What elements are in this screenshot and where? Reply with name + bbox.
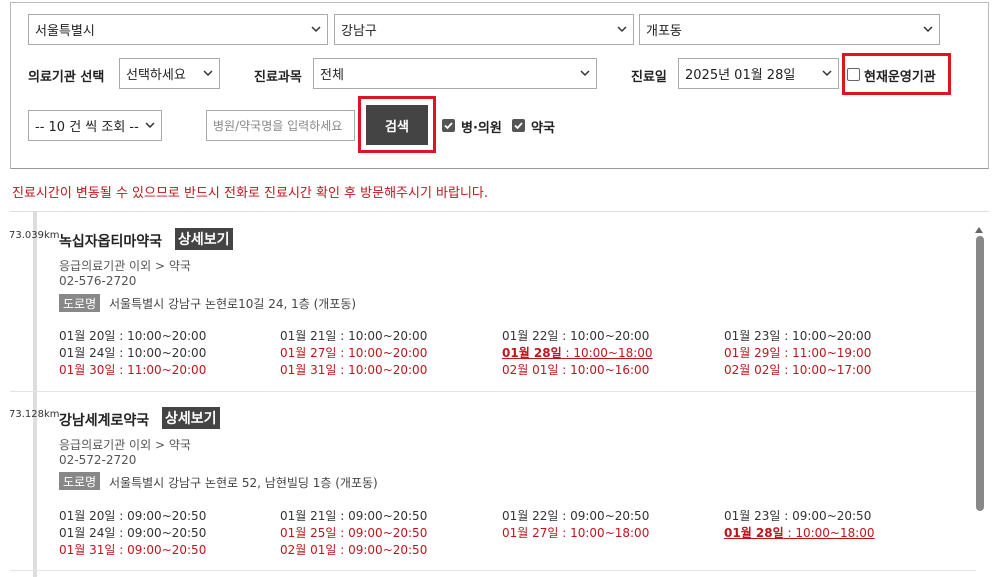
scroll-up-arrow-icon[interactable] bbox=[975, 222, 983, 237]
institution-select[interactable]: 선택하세요 bbox=[119, 58, 220, 89]
page-size-select[interactable]: -- 10 건 씩 조회 -- bbox=[28, 110, 162, 141]
result-name[interactable]: 녹십자옵티마약국 bbox=[59, 231, 162, 251]
schedule-item: 01월 22일 : 10:00~20:00 bbox=[502, 329, 650, 343]
institution-label: 의료기관 선택 bbox=[28, 70, 105, 85]
schedule-item: 01월 22일 : 09:00~20:50 bbox=[502, 509, 650, 523]
result-phone: 02-576-2720 bbox=[59, 274, 137, 288]
chevron-down-icon bbox=[145, 120, 155, 130]
department-select-value: 전체 bbox=[320, 68, 344, 83]
city-select[interactable]: 서울특별시 bbox=[28, 14, 328, 45]
open-now-label[interactable]: 현재운영기관 bbox=[864, 66, 936, 85]
schedule-item: 02월 01일 : 09:00~20:50 bbox=[280, 543, 428, 557]
schedule-item: 01월 31일 : 09:00~20:50 bbox=[59, 543, 207, 557]
result-distance: 73.039km bbox=[9, 230, 60, 241]
department-select[interactable]: 전체 bbox=[313, 58, 597, 89]
hospital-label[interactable]: 병·의원 bbox=[461, 117, 502, 136]
result-name[interactable]: 강남세계로약국 bbox=[59, 410, 149, 430]
search-input[interactable]: 병원/약국명을 입력하세요 bbox=[206, 110, 355, 141]
city-select-value: 서울특별시 bbox=[35, 24, 95, 39]
institution-select-value: 선택하세요 bbox=[126, 68, 186, 83]
schedule-item-today: 01월 28일 : 10:00~18:00 bbox=[502, 346, 653, 360]
schedule-item: 01월 31일 : 10:00~20:00 bbox=[280, 363, 428, 377]
road-address-tag: 도로명 bbox=[59, 472, 101, 490]
schedule-item: 01월 20일 : 10:00~20:00 bbox=[59, 329, 207, 343]
schedule-item: 01월 23일 : 09:00~20:50 bbox=[724, 509, 872, 523]
search-button[interactable]: 검색 bbox=[366, 105, 428, 145]
schedule-item: 01월 30일 : 11:00~20:00 bbox=[59, 363, 207, 377]
district-select-value: 강남구 bbox=[341, 24, 377, 39]
hospital-checkbox[interactable] bbox=[442, 119, 455, 132]
chevron-down-icon bbox=[617, 24, 627, 34]
scroll-thumb[interactable] bbox=[976, 236, 984, 511]
chevron-down-icon bbox=[923, 24, 933, 34]
search-input-placeholder: 병원/약국명을 입력하세요 bbox=[213, 119, 343, 133]
schedule-item: 01월 21일 : 10:00~20:00 bbox=[280, 329, 428, 343]
notice-text: 진료시간이 변동될 수 있으므로 반드시 전화로 진료시간 확인 후 방문해주시… bbox=[12, 186, 489, 201]
road-address-tag: 도로명 bbox=[59, 294, 101, 312]
result-distance: 73.128km bbox=[9, 409, 60, 420]
pharmacy-label[interactable]: 약국 bbox=[531, 117, 555, 136]
schedule-item: 02월 02일 : 10:00~17:00 bbox=[724, 363, 872, 377]
neighborhood-select-value: 개포동 bbox=[646, 24, 682, 39]
date-label: 진료일 bbox=[631, 70, 667, 85]
district-select[interactable]: 강남구 bbox=[334, 14, 634, 45]
page-size-select-value: -- 10 건 씩 조회 -- bbox=[35, 120, 139, 135]
schedule-item: 01월 27일 : 10:00~18:00 bbox=[502, 526, 650, 540]
schedule-item: 01월 21일 : 09:00~20:50 bbox=[280, 509, 428, 523]
schedule-item: 01월 25일 : 09:00~20:50 bbox=[280, 526, 428, 540]
chevron-down-icon bbox=[822, 68, 832, 78]
schedule-item-today: 01월 28일 : 10:00~18:00 bbox=[724, 526, 875, 540]
detail-button[interactable]: 상세보기 bbox=[175, 228, 233, 250]
result-address: 서울특별시 강남구 논현로10길 24, 1층 (개포동) bbox=[109, 297, 357, 311]
result-category: 응급의료기관 이외 > 약국 bbox=[59, 438, 191, 452]
schedule-item: 02월 01일 : 10:00~16:00 bbox=[502, 363, 650, 377]
chevron-down-icon bbox=[580, 68, 590, 78]
department-label: 진료과목 bbox=[254, 70, 302, 85]
schedule-item: 01월 29일 : 11:00~19:00 bbox=[724, 346, 872, 360]
result-divider bbox=[10, 391, 976, 392]
detail-button[interactable]: 상세보기 bbox=[162, 407, 220, 429]
search-button-label: 검색 bbox=[385, 119, 409, 135]
result-phone: 02-572-2720 bbox=[59, 453, 137, 467]
date-select-value: 2025년 01월 28일 bbox=[685, 68, 796, 83]
date-select[interactable]: 2025년 01월 28일 bbox=[678, 58, 839, 89]
result-address: 서울특별시 강남구 논현로 52, 남현빌딩 1층 (개포동) bbox=[109, 476, 378, 490]
pharmacy-checkbox[interactable] bbox=[512, 119, 525, 132]
schedule-item: 01월 27일 : 10:00~20:00 bbox=[280, 346, 428, 360]
result-divider bbox=[10, 570, 976, 571]
chevron-down-icon bbox=[203, 68, 213, 78]
schedule-item: 01월 24일 : 09:00~20:50 bbox=[59, 526, 207, 540]
neighborhood-select[interactable]: 개포동 bbox=[639, 14, 940, 45]
schedule-item: 01월 24일 : 10:00~20:00 bbox=[59, 346, 207, 360]
result-category: 응급의료기관 이외 > 약국 bbox=[59, 259, 191, 273]
chevron-down-icon bbox=[311, 24, 321, 34]
schedule-item: 01월 23일 : 10:00~20:00 bbox=[724, 329, 872, 343]
open-now-checkbox[interactable] bbox=[847, 68, 860, 81]
timeline-line bbox=[33, 211, 37, 577]
schedule-item: 01월 20일 : 09:00~20:50 bbox=[59, 509, 207, 523]
list-scrollbar[interactable] bbox=[972, 216, 986, 576]
